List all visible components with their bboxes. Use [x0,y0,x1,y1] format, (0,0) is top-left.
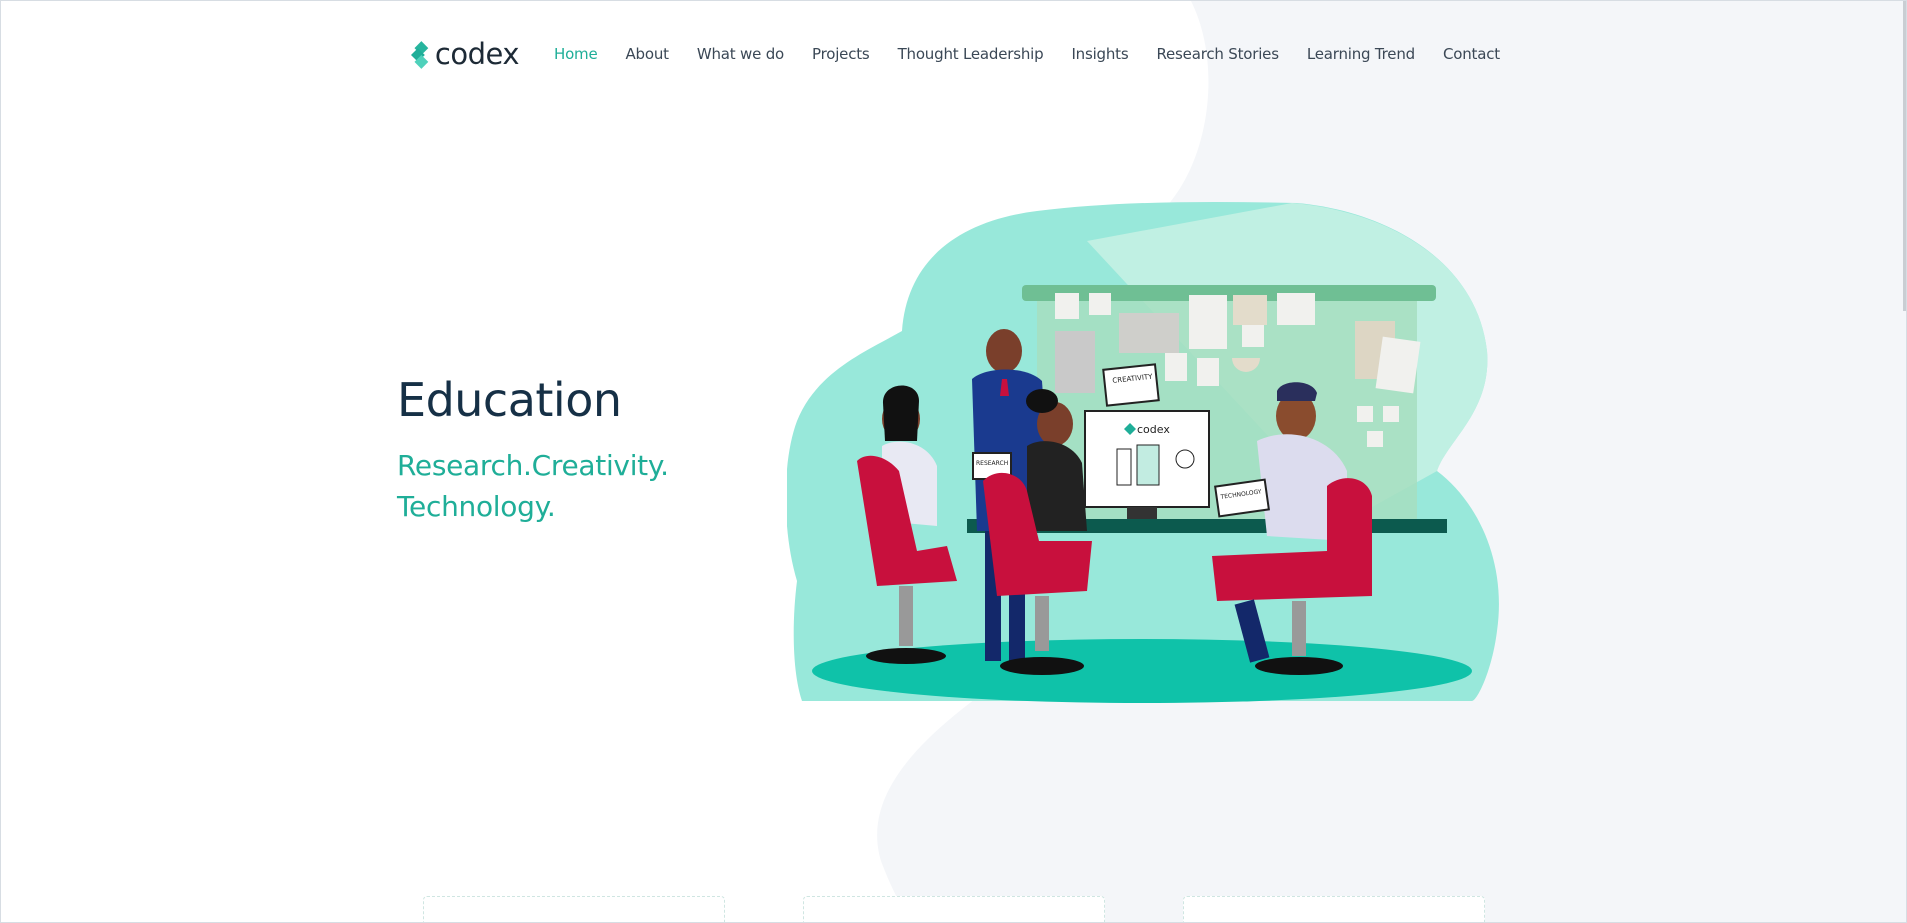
nav-projects[interactable]: Projects [812,45,870,63]
logo[interactable]: codex [411,27,520,83]
nav-learning-trend[interactable]: Learning Trend [1307,45,1415,63]
nav-what-we-do[interactable]: What we do [697,45,784,63]
board-top [1022,285,1436,301]
header: codex [411,25,520,85]
codex-logo-icon [411,41,429,69]
feature-card-2[interactable] [803,896,1105,922]
page: codex Home About What we do Projects Tho… [0,0,1907,923]
nav-thought-leadership[interactable]: Thought Leadership [898,45,1044,63]
hero-illustration: CREATIVITY codex RESEARCH TECHNOLOGY [787,201,1499,703]
nav-contact[interactable]: Contact [1443,45,1500,63]
logo-text: codex [434,36,520,71]
hero-subtitle-line-2: Technology. [397,490,556,523]
hero-subtitle-line-1: Research.Creativity. [397,449,669,482]
hero-title: Education [397,373,622,427]
main-nav: Home About What we do Projects Thought L… [554,45,1528,63]
nav-research-stories[interactable]: Research Stories [1156,45,1279,63]
feature-card-3[interactable] [1183,896,1485,922]
creativity-card [1102,363,1160,407]
hero-subtitle: Research.Creativity. Technology. [397,445,669,527]
tablet-left-label: RESEARCH [976,460,1008,467]
scrollbar-thumb[interactable] [1903,1,1906,311]
feature-card-1[interactable] [423,896,725,922]
nav-about[interactable]: About [626,45,670,63]
nav-home[interactable]: Home [554,45,598,63]
nav-insights[interactable]: Insights [1071,45,1128,63]
monitor-logo: codex [1137,423,1170,436]
